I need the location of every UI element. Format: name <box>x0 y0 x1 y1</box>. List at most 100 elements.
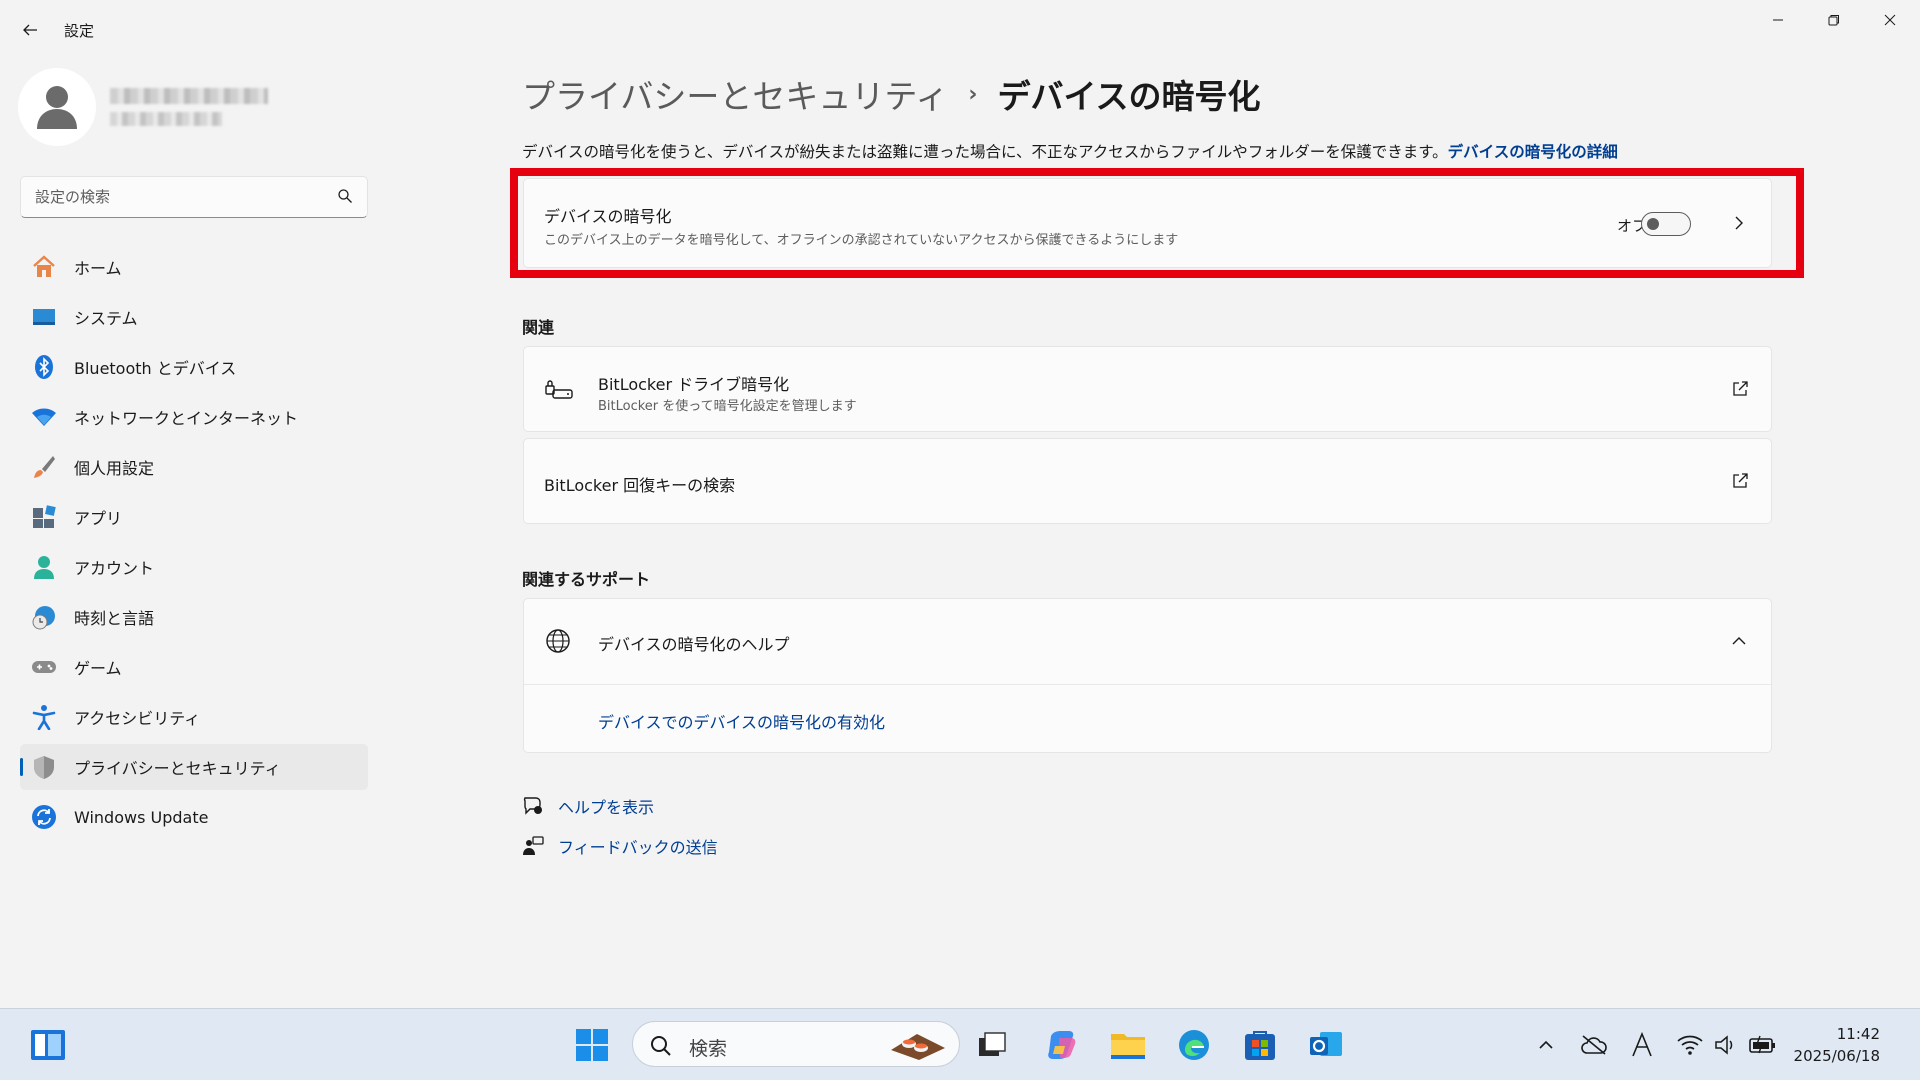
profile-name-redacted <box>110 88 268 104</box>
description-text: デバイスの暗号化を使うと、デバイスが紛失または盗難に遭った場合に、不正なアクセス… <box>522 143 1448 161</box>
show-hidden-icons-button[interactable] <box>1532 1031 1560 1059</box>
chevron-up-icon <box>1539 1040 1553 1049</box>
help-chat-icon <box>523 797 542 815</box>
send-feedback-label: フィードバックの送信 <box>558 838 718 857</box>
open-external-icon[interactable] <box>1731 472 1751 492</box>
sidebar-item-label: システム <box>74 309 138 328</box>
sidebar-item-network[interactable]: ネットワークとインターネット <box>20 394 368 440</box>
minimize-icon <box>1773 19 1783 21</box>
input-method-button[interactable] <box>1628 1031 1656 1059</box>
onedrive-status-button[interactable] <box>1580 1031 1608 1059</box>
sidebar-item-gaming[interactable]: ゲーム <box>20 644 368 690</box>
widgets-icon <box>31 1030 65 1060</box>
taskbar-search[interactable]: 検索 <box>632 1021 960 1067</box>
sidebar-item-time-language[interactable]: 時刻と言語 <box>20 594 368 640</box>
edge-icon <box>1179 1030 1209 1060</box>
battery-charging-icon <box>1749 1035 1775 1054</box>
taskbar: 検索 11:42 2025/06/18 <box>0 1008 1920 1080</box>
title-bar: 設定 <box>0 0 1920 60</box>
sidebar-item-windows-update[interactable]: Windows Update <box>20 794 368 840</box>
accessibility-icon <box>30 703 58 731</box>
speaker-icon <box>1715 1035 1733 1055</box>
sidebar-item-personalization[interactable]: 個人用設定 <box>20 444 368 490</box>
clock[interactable]: 11:42 2025/06/18 <box>1794 1023 1880 1067</box>
bitlocker-recovery-card[interactable]: BitLocker 回復キーの検索 <box>523 438 1772 524</box>
drive-lock-icon <box>544 375 574 405</box>
taskbar-search-label: 検索 <box>689 1038 728 1060</box>
account-icon <box>30 553 58 581</box>
enable-encryption-help-link[interactable]: デバイスでのデバイスの暗号化の有効化 <box>598 709 885 733</box>
copilot-button[interactable] <box>1040 1023 1084 1067</box>
page-description: デバイスの暗号化を使うと、デバイスが紛失または盗難に遭った場合に、不正なアクセス… <box>522 140 1618 162</box>
sidebar-item-label: 時刻と言語 <box>74 609 155 628</box>
profile-email-redacted <box>110 112 222 126</box>
chevron-up-icon[interactable] <box>1729 631 1749 651</box>
related-section-label: 関連 <box>522 318 555 337</box>
copilot-icon <box>1048 1031 1076 1059</box>
sidebar-item-label: Bluetooth とデバイス <box>74 359 237 378</box>
battery-button[interactable] <box>1748 1031 1776 1059</box>
search-input[interactable] <box>21 177 321 217</box>
search-icon <box>649 1034 673 1058</box>
file-explorer-button[interactable] <box>1106 1023 1150 1067</box>
sidebar-item-home[interactable]: ホーム <box>20 244 368 290</box>
widgets-button[interactable] <box>26 1023 70 1067</box>
gamepad-icon <box>30 653 58 681</box>
windows-logo-icon <box>576 1029 608 1061</box>
task-view-button[interactable] <box>970 1023 1014 1067</box>
user-profile[interactable] <box>18 68 378 148</box>
get-help-label: ヘルプを表示 <box>558 798 655 817</box>
globe-icon <box>544 627 574 657</box>
get-help-link[interactable]: ヘルプを表示 <box>522 794 654 818</box>
restore-button[interactable] <box>1806 0 1862 40</box>
time-language-icon <box>30 603 58 631</box>
home-icon <box>30 253 58 281</box>
sidebar-item-bluetooth[interactable]: Bluetooth とデバイス <box>20 344 368 390</box>
edge-button[interactable] <box>1172 1023 1216 1067</box>
sidebar-item-label: アカウント <box>74 559 155 578</box>
breadcrumb-parent-link[interactable]: プライバシーとセキュリティ <box>522 70 948 118</box>
update-icon <box>30 803 58 831</box>
sidebar-item-label: 個人用設定 <box>74 459 155 478</box>
avatar <box>18 68 96 146</box>
sidebar-item-label: ホーム <box>74 259 122 278</box>
bitlocker-subtitle: BitLocker を使って暗号化設定を管理します <box>598 399 857 414</box>
encryption-help-card: デバイスの暗号化のヘルプ デバイスでのデバイスの暗号化の有効化 <box>523 598 1772 753</box>
volume-button[interactable] <box>1712 1031 1740 1059</box>
app-title: 設定 <box>64 22 95 40</box>
sidebar-item-label: ネットワークとインターネット <box>74 409 299 428</box>
sidebar-item-accounts[interactable]: アカウント <box>20 544 368 590</box>
search-icon[interactable] <box>337 188 355 206</box>
send-feedback-link[interactable]: フィードバックの送信 <box>522 834 718 858</box>
divider <box>524 684 1771 685</box>
outlook-button[interactable] <box>1304 1023 1348 1067</box>
store-button[interactable] <box>1238 1023 1282 1067</box>
sidebar-item-label: アプリ <box>74 509 123 528</box>
clock-date: 2025/06/18 <box>1793 1047 1880 1065</box>
settings-search[interactable] <box>20 176 368 218</box>
learn-more-link[interactable]: デバイスの暗号化の詳細 <box>1448 143 1618 161</box>
feedback-icon <box>523 836 544 855</box>
network-button[interactable] <box>1676 1031 1704 1059</box>
sidebar-nav: ホーム システム Bluetooth とデバイス ネットワークとインターネット <box>20 244 368 844</box>
help-title[interactable]: デバイスの暗号化のヘルプ <box>598 631 790 655</box>
sidebar-item-label: アクセシビリティ <box>74 709 201 728</box>
back-arrow-icon <box>23 24 37 36</box>
start-button[interactable] <box>570 1023 614 1067</box>
wifi-icon <box>30 403 58 431</box>
open-external-icon[interactable] <box>1731 380 1751 400</box>
search-highlight-image <box>887 1028 949 1062</box>
close-button[interactable] <box>1862 0 1918 40</box>
sidebar-item-system[interactable]: システム <box>20 294 368 340</box>
highlight-frame <box>510 168 1804 278</box>
sidebar-item-privacy-security[interactable]: プライバシーとセキュリティ <box>20 744 368 790</box>
restore-icon <box>1828 15 1839 26</box>
close-icon <box>1884 14 1896 26</box>
back-button[interactable] <box>14 14 46 46</box>
sidebar-item-apps[interactable]: アプリ <box>20 494 368 540</box>
bitlocker-card[interactable]: BitLocker ドライブ暗号化 BitLocker を使って暗号化設定を管理… <box>523 346 1772 432</box>
sidebar-item-accessibility[interactable]: アクセシビリティ <box>20 694 368 740</box>
bitlocker-title: BitLocker ドライブ暗号化 <box>598 375 790 394</box>
minimize-button[interactable] <box>1750 0 1806 40</box>
system-icon <box>30 303 58 331</box>
